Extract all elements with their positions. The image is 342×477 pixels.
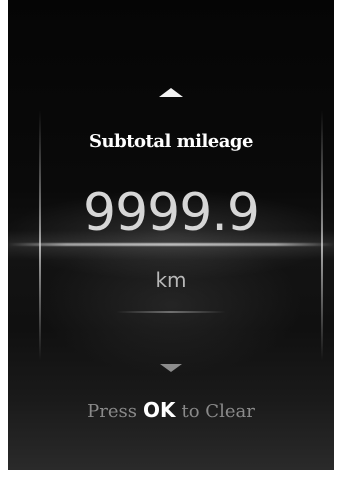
mileage-value: 9999.9 [83, 183, 260, 243]
screen-title: Subtotal mileage [89, 131, 253, 152]
cluster-display: Subtotal mileage 9999.9 km Press OK to Cle… [8, 0, 334, 470]
unit-underline [116, 311, 226, 313]
chevron-up-icon[interactable] [159, 88, 183, 97]
hint-prefix: Press [87, 401, 138, 422]
mileage-unit: km [155, 268, 187, 292]
hint-suffix: to Clear [181, 401, 255, 422]
horizon-line [8, 243, 334, 246]
clear-hint: Press OK to Clear [8, 398, 334, 422]
chevron-down-icon[interactable] [160, 364, 182, 372]
ok-key-label: OK [143, 398, 176, 422]
